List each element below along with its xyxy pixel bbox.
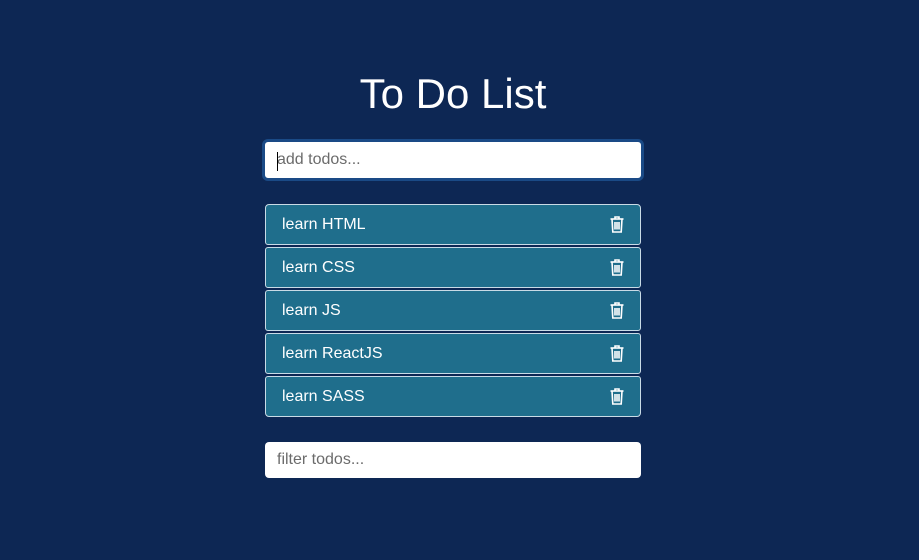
todo-label: learn CSS: [282, 258, 355, 276]
todo-item-css: learn CSS: [265, 247, 641, 288]
text-caret: [277, 152, 278, 171]
todo-item-html: learn HTML: [265, 204, 641, 245]
todo-item-sass: learn SASS: [265, 376, 641, 417]
add-todo-input[interactable]: [265, 142, 641, 178]
todo-list: learn HTML learn CSS learn JS learn Reac…: [265, 204, 641, 419]
todo-app: To Do List learn HTML learn CSS: [0, 0, 919, 560]
filter-input[interactable]: [265, 442, 641, 478]
trash-icon[interactable]: [608, 388, 626, 406]
filter-form: [265, 442, 641, 478]
trash-icon[interactable]: [608, 302, 626, 320]
todo-item-reactjs: learn ReactJS: [265, 333, 641, 374]
todo-item-js: learn JS: [265, 290, 641, 331]
add-todo-form: [262, 139, 644, 181]
todo-label: learn SASS: [282, 387, 365, 405]
todo-label: learn HTML: [282, 215, 366, 233]
todo-label: learn JS: [282, 301, 341, 319]
page-title: To Do List: [359, 70, 547, 117]
trash-icon[interactable]: [608, 216, 626, 234]
trash-icon[interactable]: [608, 345, 626, 363]
todo-label: learn ReactJS: [282, 344, 383, 362]
trash-icon[interactable]: [608, 259, 626, 277]
